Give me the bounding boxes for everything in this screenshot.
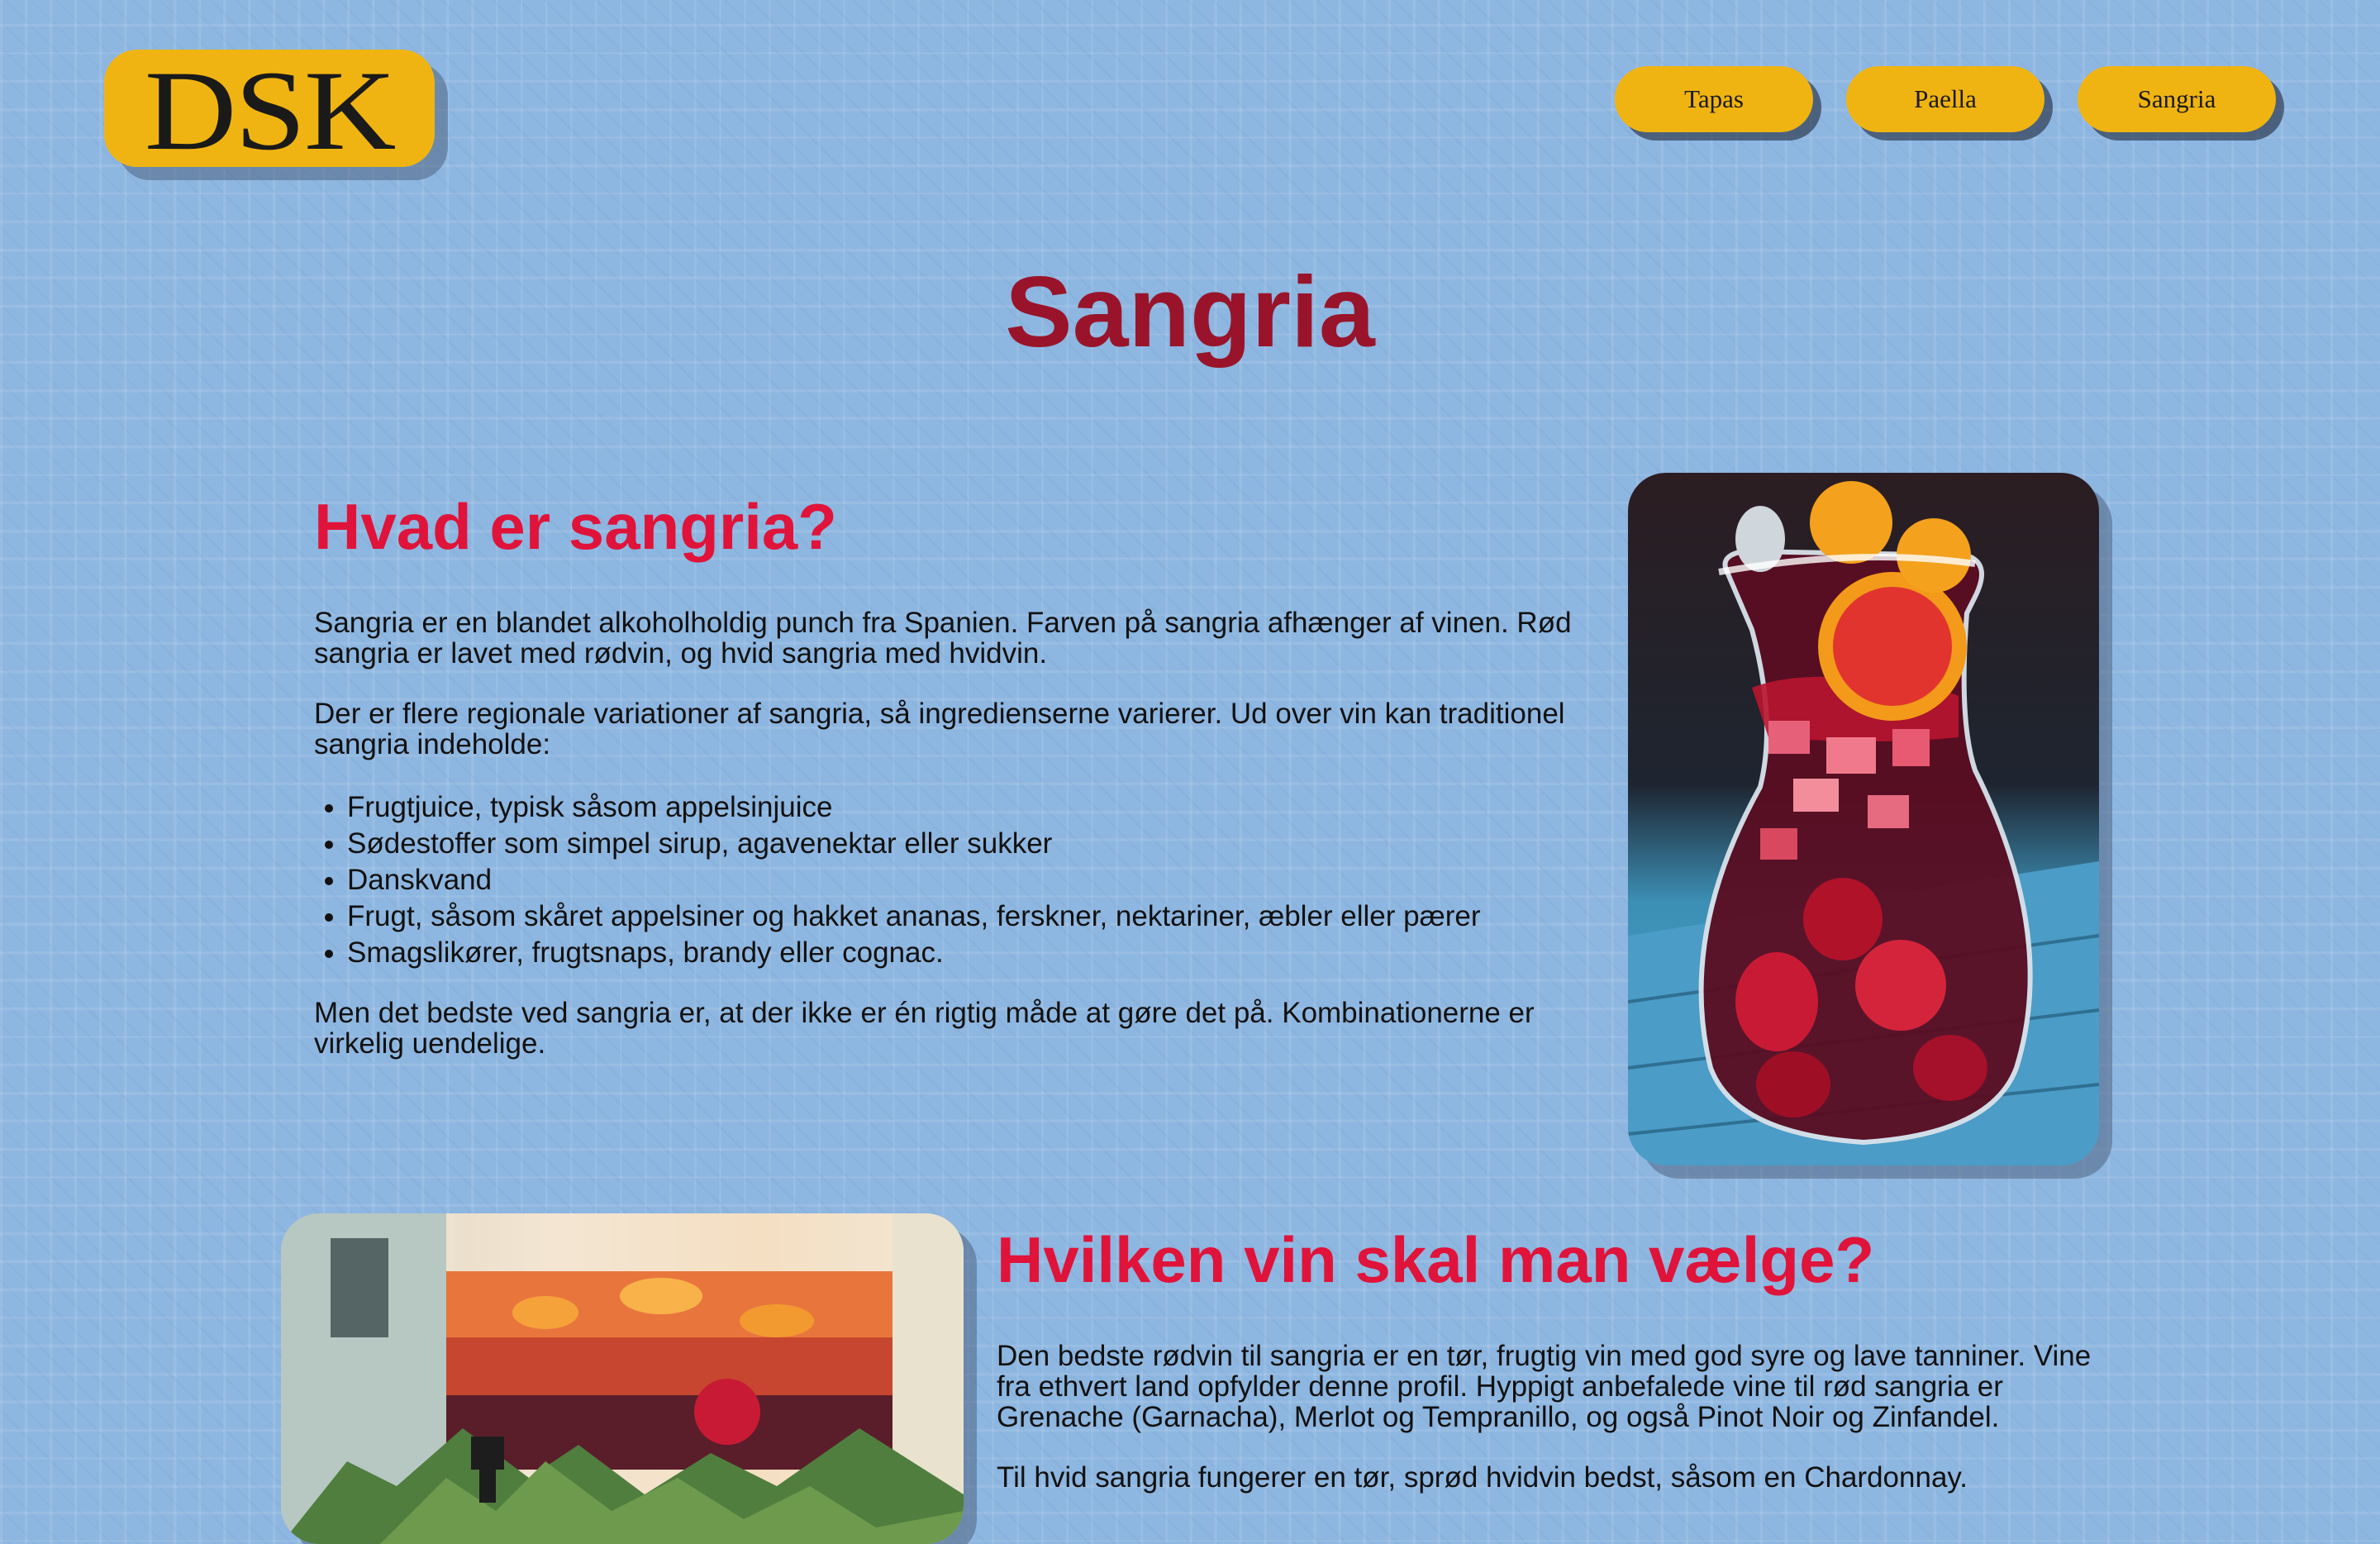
paragraph: Den bedste rødvin til sangria er en tør,… bbox=[997, 1339, 2092, 1433]
paragraph: Men det bedste ved sangria er, at der ik… bbox=[314, 996, 1535, 1060]
logo-text: DSK bbox=[144, 47, 397, 174]
section-which-wine: Hvilken vin skal man vælge? Den bedste r… bbox=[997, 1223, 2104, 1523]
section-heading: Hvilken vin skal man vælge? bbox=[997, 1223, 1875, 1296]
paragraph: Der er flere regionale variationer af sa… bbox=[314, 697, 1565, 760]
list-item: Frugtjuice, typisk såsom appelsinjuice bbox=[347, 789, 1587, 826]
ingredients-list: Frugtjuice, typisk såsom appelsinjuice S… bbox=[314, 789, 1587, 971]
section-heading: Hvad er sangria? bbox=[314, 490, 837, 563]
list-item: Frugt, såsom skåret appelsiner og hakket… bbox=[347, 898, 1587, 935]
list-item: Sødestoffer som simpel sirup, agavenekta… bbox=[347, 826, 1587, 862]
nav-button-sangria[interactable]: Sangria bbox=[2078, 66, 2276, 132]
sangria-dispenser-image bbox=[281, 1213, 964, 1544]
list-item: Smagslikører, frugtsnaps, brandy eller c… bbox=[347, 935, 1587, 971]
nav-button-paella[interactable]: Paella bbox=[1846, 66, 2044, 132]
paragraph: Sangria er en blandet alkoholholdig punc… bbox=[314, 606, 1572, 670]
list-item: Danskvand bbox=[347, 862, 1587, 898]
main-nav: Tapas Paella Sangria bbox=[1615, 66, 2276, 132]
nav-button-tapas[interactable]: Tapas bbox=[1615, 66, 1813, 132]
section-what-is-sangria: Hvad er sangria? Sangria er en blandet a… bbox=[314, 490, 1587, 1089]
sangria-pitcher-illustration bbox=[1628, 481, 2099, 1165]
sangria-pitcher-image bbox=[1628, 473, 2099, 1165]
logo[interactable]: DSK bbox=[104, 47, 435, 174]
page-title: Sangria bbox=[1005, 255, 1375, 368]
sangria-dispenser-illustration bbox=[281, 1213, 964, 1544]
paragraph: Til hvid sangria fungerer en tør, sprød … bbox=[997, 1461, 1968, 1494]
